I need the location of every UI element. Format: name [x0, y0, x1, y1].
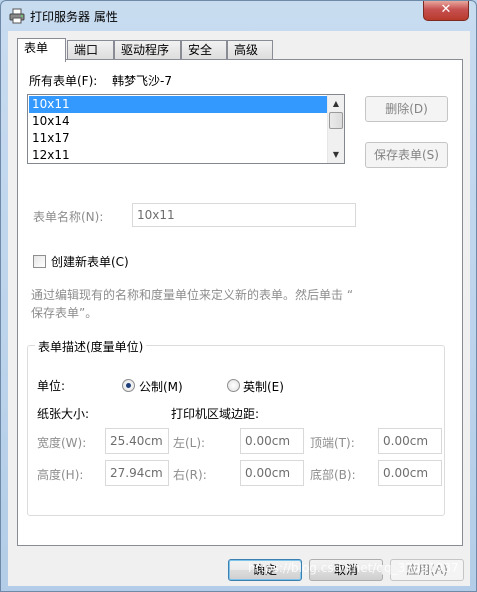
- units-label: 单位:: [37, 379, 66, 393]
- hint-text-line2: 保存表单”。: [31, 306, 98, 320]
- create-new-form-checkbox[interactable]: [33, 255, 46, 268]
- bottom-margin-field[interactable]: 0.00cm: [378, 460, 442, 486]
- create-new-form-label[interactable]: 创建新表单(C): [51, 253, 129, 270]
- form-name-label: 表单名称(N):: [33, 210, 104, 224]
- close-icon: ✕: [440, 2, 452, 17]
- watermark-text: https://blog.csdn.net/qq_37891937: [248, 561, 459, 575]
- height-label: 高度(H):: [37, 468, 84, 482]
- right-margin-field[interactable]: 0.00cm: [240, 460, 304, 486]
- close-button[interactable]: ✕: [423, 1, 469, 21]
- forms-list: 10x11 10x14 11x17 12x11: [29, 96, 327, 164]
- left-label: 左(L):: [173, 436, 206, 450]
- right-label: 右(R):: [173, 468, 207, 482]
- tab-ports[interactable]: 端口: [67, 40, 114, 60]
- margins-label: 打印机区域边距:: [171, 407, 260, 421]
- group-title: 表单描述(度量单位): [35, 338, 147, 355]
- list-item[interactable]: 11x17: [29, 130, 327, 147]
- dialog-client: 表单 端口 驱动程序 安全 高级 所有表单(F): 韩梦飞沙-7 10x11 1…: [8, 31, 470, 586]
- width-label: 宽度(W):: [37, 436, 87, 450]
- printer-icon: [9, 8, 25, 24]
- bottom-label: 底部(B):: [310, 468, 356, 482]
- metric-radio[interactable]: [122, 379, 135, 392]
- width-field[interactable]: 25.40cm: [105, 428, 169, 454]
- paper-size-label: 纸张大小:: [37, 407, 90, 421]
- height-field[interactable]: 27.94cm: [105, 460, 169, 486]
- tab-security[interactable]: 安全: [181, 40, 227, 60]
- title-bar[interactable]: 打印服务器 属性 ✕: [1, 1, 476, 31]
- scroll-thumb[interactable]: [329, 112, 343, 129]
- english-radio[interactable]: [227, 379, 240, 392]
- delete-button[interactable]: 删除(D): [365, 96, 448, 122]
- scroll-down-arrow-icon[interactable]: ▼: [328, 146, 344, 163]
- scroll-up-arrow-icon[interactable]: ▲: [328, 95, 344, 112]
- all-forms-label: 所有表单(F):: [29, 74, 98, 88]
- window-title: 打印服务器 属性: [30, 10, 118, 24]
- metric-label[interactable]: 公制(M): [139, 378, 183, 395]
- list-item[interactable]: 12x11: [29, 147, 327, 164]
- list-item[interactable]: 10x14: [29, 113, 327, 130]
- server-name: 韩梦飞沙-7: [112, 74, 172, 88]
- list-item[interactable]: 10x11: [29, 96, 327, 113]
- english-label[interactable]: 英制(E): [243, 378, 284, 395]
- left-margin-field[interactable]: 0.00cm: [240, 428, 304, 454]
- save-form-button[interactable]: 保存表单(S): [365, 142, 448, 168]
- top-margin-field[interactable]: 0.00cm: [378, 428, 442, 454]
- form-name-field[interactable]: 10x11: [132, 203, 356, 227]
- tab-advanced[interactable]: 高级: [227, 40, 273, 60]
- forms-panel: 所有表单(F): 韩梦飞沙-7 10x11 10x14 11x17 12x11 …: [17, 59, 463, 546]
- tab-forms[interactable]: 表单: [17, 38, 66, 62]
- forms-listbox[interactable]: 10x11 10x14 11x17 12x11 ▲ ▼: [27, 94, 345, 164]
- dialog-window: 打印服务器 属性 ✕ 表单 端口 驱动程序 安全 高级 所有表单(F): 韩梦飞…: [0, 0, 477, 592]
- top-label: 顶端(T):: [310, 436, 355, 450]
- hint-text-line1: 通过编辑现有的名称和度量单位来定义新的表单。然后单击 “: [31, 288, 354, 302]
- tab-drivers[interactable]: 驱动程序: [114, 40, 181, 60]
- list-scrollbar[interactable]: ▲ ▼: [327, 95, 344, 163]
